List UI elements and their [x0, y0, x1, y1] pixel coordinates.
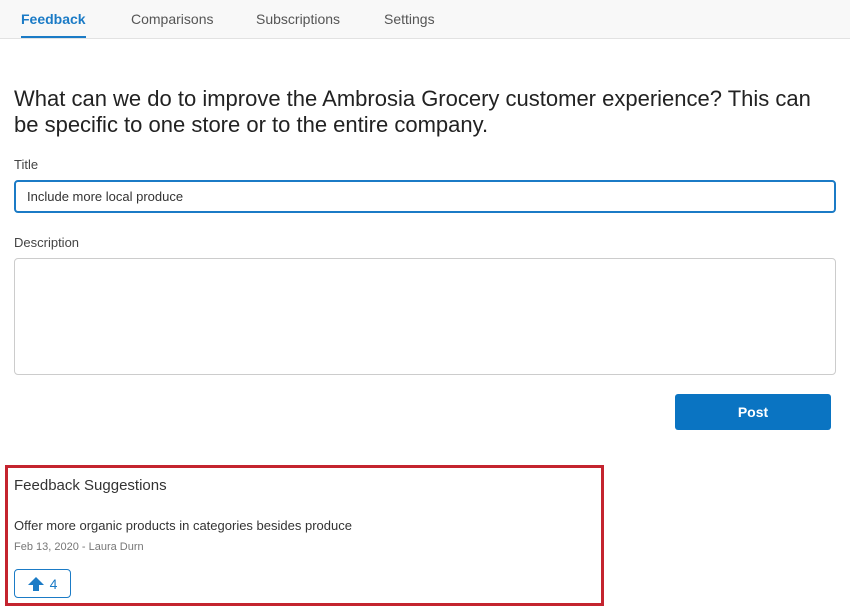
upvote-button[interactable]: 4 [14, 569, 71, 598]
suggestion-meta: Feb 13, 2020 - Laura Durn [14, 541, 144, 553]
description-input[interactable] [14, 258, 836, 375]
tab-subscriptions[interactable]: Subscriptions [256, 11, 340, 27]
feedback-suggestions-panel: Feedback Suggestions Offer more organic … [5, 465, 604, 606]
page-question: What can we do to improve the Ambrosia G… [14, 86, 824, 138]
tab-comparisons[interactable]: Comparisons [131, 11, 213, 27]
suggestion-title[interactable]: Offer more organic products in categorie… [14, 518, 352, 533]
post-button[interactable]: Post [675, 394, 831, 430]
title-label: Title [14, 157, 38, 172]
description-label: Description [14, 235, 79, 250]
tab-settings[interactable]: Settings [384, 11, 435, 27]
title-input[interactable]: Include more local produce [14, 180, 836, 213]
tab-feedback[interactable]: Feedback [21, 11, 86, 27]
suggestions-heading: Feedback Suggestions [14, 477, 167, 494]
arrow-up-icon [28, 577, 44, 591]
vote-count: 4 [50, 576, 58, 592]
top-nav: Feedback Comparisons Subscriptions Setti… [0, 0, 850, 39]
